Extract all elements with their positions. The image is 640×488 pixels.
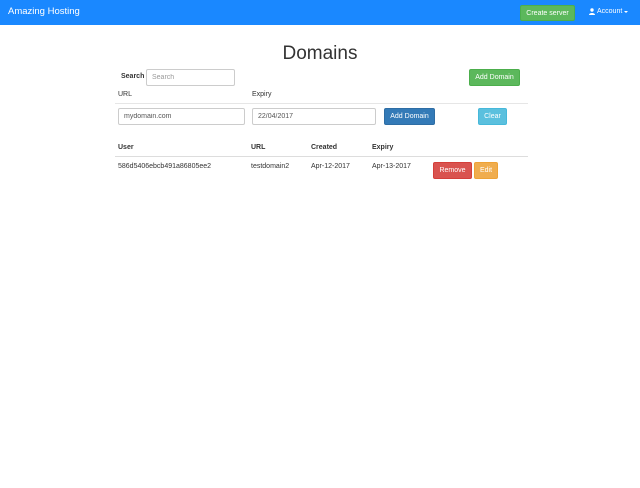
add-domain-top-button[interactable]: Add Domain [469, 69, 520, 86]
cell-expiry: Apr-13-2017 [372, 163, 411, 170]
account-label: Account [597, 8, 623, 15]
column-header-created: Created [311, 144, 338, 151]
remove-button[interactable]: Remove [433, 162, 472, 179]
url-field[interactable] [118, 108, 245, 125]
column-header-url: URL [251, 144, 266, 151]
account-dropdown[interactable]: Account [589, 8, 629, 15]
cell-user: 586d5406ebcb491a86805ee2 [118, 163, 212, 170]
create-server-button[interactable]: Create server [520, 5, 575, 21]
search-input[interactable] [146, 69, 235, 86]
page-title: Domains [282, 43, 358, 64]
user-icon [589, 8, 595, 15]
expiry-label: Expiry [252, 91, 272, 98]
form-divider [115, 103, 528, 104]
clear-button[interactable]: Clear [478, 108, 507, 125]
brand-link[interactable]: Amazing Hosting [8, 6, 80, 17]
edit-button[interactable]: Edit [474, 162, 498, 179]
column-header-expiry: Expiry [372, 144, 394, 151]
cell-url: testdomain2 [251, 163, 290, 170]
table-header-divider [115, 156, 528, 157]
cell-created: Apr-12-2017 [311, 163, 350, 170]
column-header-user: User [118, 144, 134, 151]
expiry-field[interactable] [252, 108, 376, 125]
caret-down-icon [624, 10, 629, 13]
navbar: Amazing Hosting Create server Account [0, 0, 640, 25]
url-label: URL [118, 91, 133, 98]
add-domain-button[interactable]: Add Domain [384, 108, 435, 125]
search-label: Search [121, 73, 145, 80]
